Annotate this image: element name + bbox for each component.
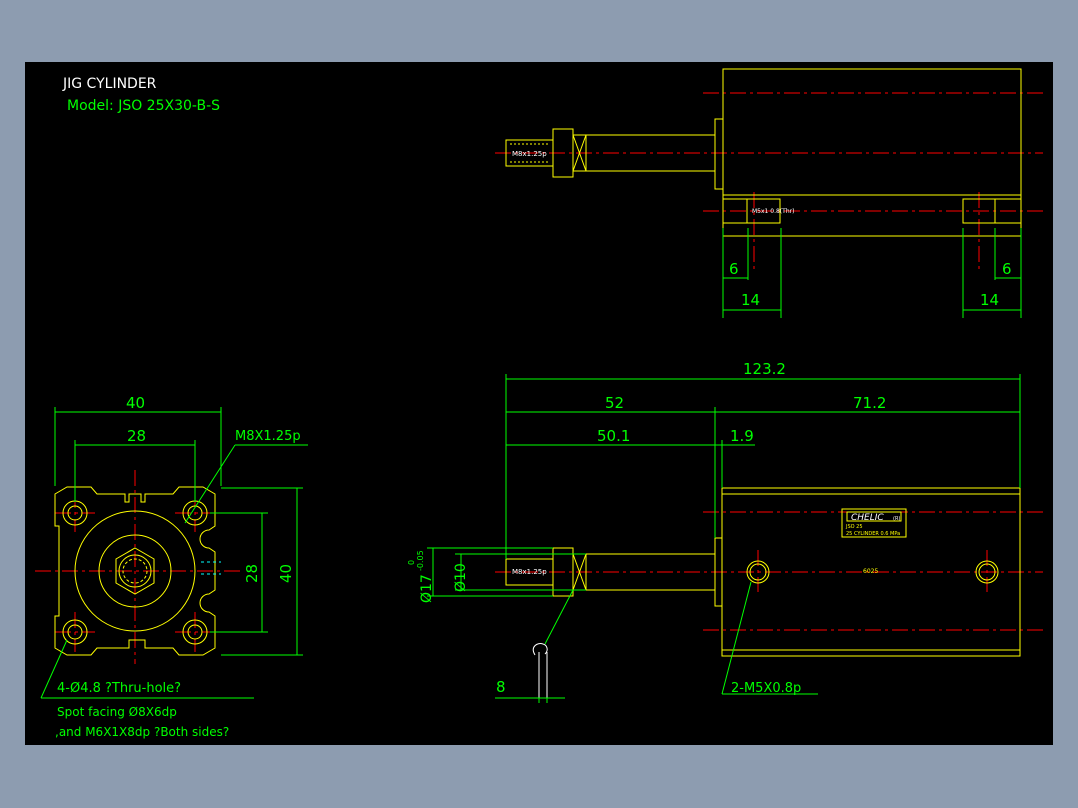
dim-71-2: 71.2 (853, 394, 886, 412)
port-callout: 2-M5X0.8p (731, 681, 801, 696)
top-view-centerlines (495, 92, 1043, 272)
dim-top-right-14: 14 (980, 291, 999, 309)
cad-canvas: JIG CYLINDER Model: JSO 25X30-B-S M8x1.2… (25, 62, 1053, 745)
dim-50-1: 50.1 (597, 427, 630, 445)
dim-overall-123-2: 123.2 (743, 360, 786, 378)
dim-collar-tol-lower: -0.05 (416, 550, 425, 571)
top-view: M8x1.25p M5x1 0.8(Thr) 6 14 6 14 (495, 68, 1043, 318)
dim-end-height-40: 40 (277, 564, 295, 583)
hole-note-line1: 4-Ø4.8 ?Thru-hole? (57, 681, 181, 696)
dim-1-9: 1.9 (730, 427, 754, 445)
dim-wrench-8: 8 (496, 678, 506, 696)
dim-top-left-14: 14 (741, 291, 760, 309)
top-view-port-label: M5x1 0.8(Thr) (752, 208, 794, 215)
brand-mark: (R) (893, 516, 900, 522)
nameplate-line2: 25 CYLINDER 0.6 MPa (846, 531, 900, 537)
nameplate-line1: JSO 25 (845, 524, 863, 530)
model-label: Model: JSO 25X30-B-S (67, 98, 220, 114)
nameplate-code: 6025 (863, 568, 878, 575)
dim-end-width-40: 40 (126, 394, 145, 412)
cad-drawing: JIG CYLINDER Model: JSO 25X30-B-S M8x1.2… (35, 68, 1043, 739)
dim-top-right-6: 6 (1002, 260, 1012, 278)
dim-collar-dia-17: Ø17 (419, 574, 435, 603)
drawing-title: JIG CYLINDER (62, 76, 157, 92)
side-view: M8x1.25p CHELIC (R) JSO 25 25 CYLINDER 0… (407, 360, 1043, 703)
dim-rod-dia-10: Ø10 (453, 563, 469, 592)
hole-note-line2: Spot facing Ø8X6dp (57, 705, 177, 719)
side-view-thread-label: M8x1.25p (512, 568, 547, 576)
hole-note-line3: ,and M6X1X8dp ?Both sides? (55, 725, 229, 739)
brand-logo: CHELIC (851, 513, 884, 523)
dim-collar-tol-upper: 0 (407, 560, 416, 565)
end-view: 40 28 28 40 M8X1.25p 4-Ø4.8 ?Thru-hole? … (35, 394, 308, 739)
top-view-thread-label: M8x1.25p (512, 150, 547, 158)
end-view-thread-callout: M8X1.25p (235, 429, 301, 444)
dim-top-left-6: 6 (729, 260, 739, 278)
top-view-head-flange (714, 118, 724, 190)
wrench-symbol (532, 643, 548, 698)
dim-end-pitch-28: 28 (127, 427, 146, 445)
dim-end-height-28: 28 (243, 564, 261, 583)
dim-52: 52 (605, 394, 624, 412)
